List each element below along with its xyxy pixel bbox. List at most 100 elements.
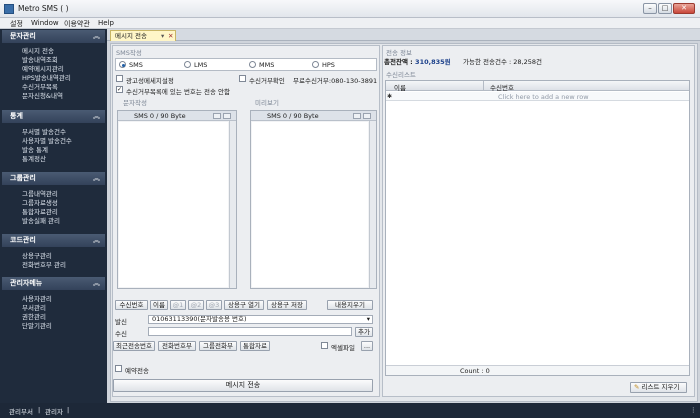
document-tab-strip: 메시지 전송 ▾ ✕ (107, 29, 700, 41)
status-divider: | (67, 406, 70, 414)
sidebar-item-phonebook[interactable]: 전화번호부 관리 (22, 259, 66, 269)
sidebar-section-admin[interactable]: 관리자메뉴 ︽ (2, 277, 105, 290)
reserve-send-checkbox[interactable] (115, 365, 122, 372)
recent-numbers-button[interactable]: 최근전송번호 (113, 341, 155, 351)
radio-hps-label: HPS (322, 61, 335, 69)
minimize-button[interactable]: – (643, 3, 657, 14)
reject-check-checkbox[interactable] (239, 75, 246, 82)
field-3-button[interactable]: @3 (206, 300, 222, 310)
close-tab-icon[interactable]: ✕ (168, 31, 173, 41)
sidebar-item-failed[interactable]: 발송실패 관리 (22, 215, 60, 225)
compose-scrollbar[interactable] (229, 121, 236, 288)
radio-sms-label: SMS (129, 61, 143, 69)
chevron-down-icon[interactable]: ▾ (367, 316, 370, 323)
radio-lms-label: LMS (194, 61, 208, 69)
phrase-open-button[interactable]: 상용구 열기 (224, 300, 264, 310)
phonebook-button[interactable]: 전화번호부 (158, 341, 196, 351)
status-dept: 관리부서 (9, 408, 33, 416)
excel-file-label: 엑셀파일 (331, 344, 355, 352)
sender-value: 01063113390(문자발송용 번호) (152, 315, 247, 323)
receiver-input[interactable] (148, 327, 352, 336)
reject-check-label: 수신거부확인 (249, 77, 285, 85)
balance-value: 310,835원 (415, 58, 451, 66)
section-title: 코드관리 (10, 236, 36, 244)
compose-byte-counter: SMS 0 / 90 Byte (134, 112, 186, 120)
preview-byte-counter: SMS 0 / 90 Byte (267, 112, 319, 120)
radio-sms[interactable] (119, 61, 126, 68)
integrated-data-button[interactable]: 통합자료 (240, 341, 270, 351)
reject-free-number: 무료수신거부:080-130-3891 (293, 77, 378, 85)
collapse-icon[interactable]: ︽ (93, 30, 100, 43)
new-row[interactable]: ✱ Click here to add a new row (386, 92, 689, 101)
preview-icon-1 (353, 113, 361, 119)
menu-settings[interactable]: 설정 (10, 19, 23, 29)
sidebar: 문자관리 ︽ 메시지 전송 발송내역조회 예약메시지관리 HPS발송내역관리 수신… (0, 29, 107, 403)
collapse-icon[interactable]: ︽ (93, 110, 100, 123)
preview-scrollbar[interactable] (369, 121, 376, 288)
column-divider (483, 81, 484, 90)
send-message-button[interactable]: 메시지 전송 (113, 379, 373, 392)
sidebar-item-request[interactable]: 문자신청&내역 (22, 90, 63, 100)
collapse-icon[interactable]: ︽ (93, 277, 100, 290)
compose-group-label: 문자작성 (123, 99, 147, 107)
section-title: 관리자메뉴 (10, 279, 43, 287)
app-icon (4, 4, 14, 14)
sidebar-section-message[interactable]: 문자관리 ︽ (2, 30, 105, 43)
tab-message-send[interactable]: 메시지 전송 ▾ ✕ (110, 30, 176, 41)
receiver-label: 수신 (115, 330, 127, 338)
section-title: 문자관리 (10, 32, 36, 40)
sidebar-section-group[interactable]: 그룹관리 ︽ (2, 172, 105, 185)
window-title: Metro SMS ( ) (18, 4, 69, 13)
sidebar-item-settlement[interactable]: 통계정산 (22, 153, 46, 163)
preview-header: SMS 0 / 90 Byte (251, 111, 376, 121)
preview-icon-2 (363, 113, 371, 119)
close-button[interactable]: ✕ (673, 3, 695, 14)
excel-file-checkbox[interactable] (321, 342, 328, 349)
col-header-name[interactable]: 이름 (394, 82, 406, 92)
receiver-no-button[interactable]: 수신번호 (115, 300, 148, 310)
preview-group-label: 미리보기 (255, 99, 279, 107)
resize-grip-icon[interactable]: ⋮ (690, 406, 697, 414)
recipient-list-label: 수신리스트 (386, 71, 416, 79)
menu-bar: 설정 Window 이용약관 Help (0, 18, 700, 29)
radio-mms[interactable] (249, 61, 256, 68)
group-phonebook-button[interactable]: 그룹전화부 (199, 341, 237, 351)
pin-icon[interactable]: ▾ (161, 31, 164, 41)
name-button[interactable]: 이름 (150, 300, 168, 310)
menu-help[interactable]: Help (98, 19, 114, 27)
phrase-save-button[interactable]: 상용구 저장 (267, 300, 307, 310)
balance-label: 총전잔액 : 310,835원 (384, 56, 451, 66)
collapse-icon[interactable]: ︽ (93, 172, 100, 185)
collapse-icon[interactable]: ︽ (93, 234, 100, 247)
add-receiver-button[interactable]: 추가 (355, 327, 373, 337)
clear-list-label: 리스트 지우기 (641, 383, 680, 391)
available-count: 가능한 전송건수 : 28,258건 (463, 58, 542, 66)
sms-group-label: SMS작성 (116, 49, 142, 57)
maximize-button[interactable]: □ (658, 3, 672, 14)
compose-textarea[interactable] (119, 122, 228, 287)
radio-hps[interactable] (312, 61, 319, 68)
clear-content-button[interactable]: 내용지우기 (327, 300, 373, 310)
ad-message-label: 광고성메세지설정 (126, 77, 174, 85)
status-user: 관리자 (45, 408, 63, 416)
browse-file-button[interactable]: ... (361, 341, 373, 351)
radio-lms[interactable] (184, 61, 191, 68)
exclude-reject-checkbox[interactable]: ✓ (116, 86, 123, 93)
special-char-icon[interactable] (223, 113, 231, 119)
sidebar-section-code[interactable]: 코드관리 ︽ (2, 234, 105, 247)
ad-message-checkbox[interactable] (116, 75, 123, 82)
col-header-number[interactable]: 수신번호 (490, 82, 514, 92)
menu-terms[interactable]: 이용약관 (64, 19, 90, 29)
sidebar-section-stats[interactable]: 통계 ︽ (2, 110, 105, 123)
menu-window[interactable]: Window (31, 19, 59, 27)
sidebar-item-devices[interactable]: 단말기관리 (22, 320, 52, 330)
field-1-button[interactable]: @1 (170, 300, 186, 310)
tab-label: 메시지 전송 (115, 32, 147, 40)
row-indicator-icon: ✱ (387, 93, 393, 100)
emoticon-icon[interactable] (213, 113, 221, 119)
field-2-button[interactable]: @2 (188, 300, 204, 310)
compose-box: SMS 0 / 90 Byte (117, 110, 237, 289)
new-row-hint: Click here to add a new row (498, 93, 589, 101)
clear-list-button[interactable]: ✎ 리스트 지우기 (630, 382, 687, 393)
sender-select[interactable]: 01063113390(문자발송용 번호) ▾ (148, 315, 373, 324)
